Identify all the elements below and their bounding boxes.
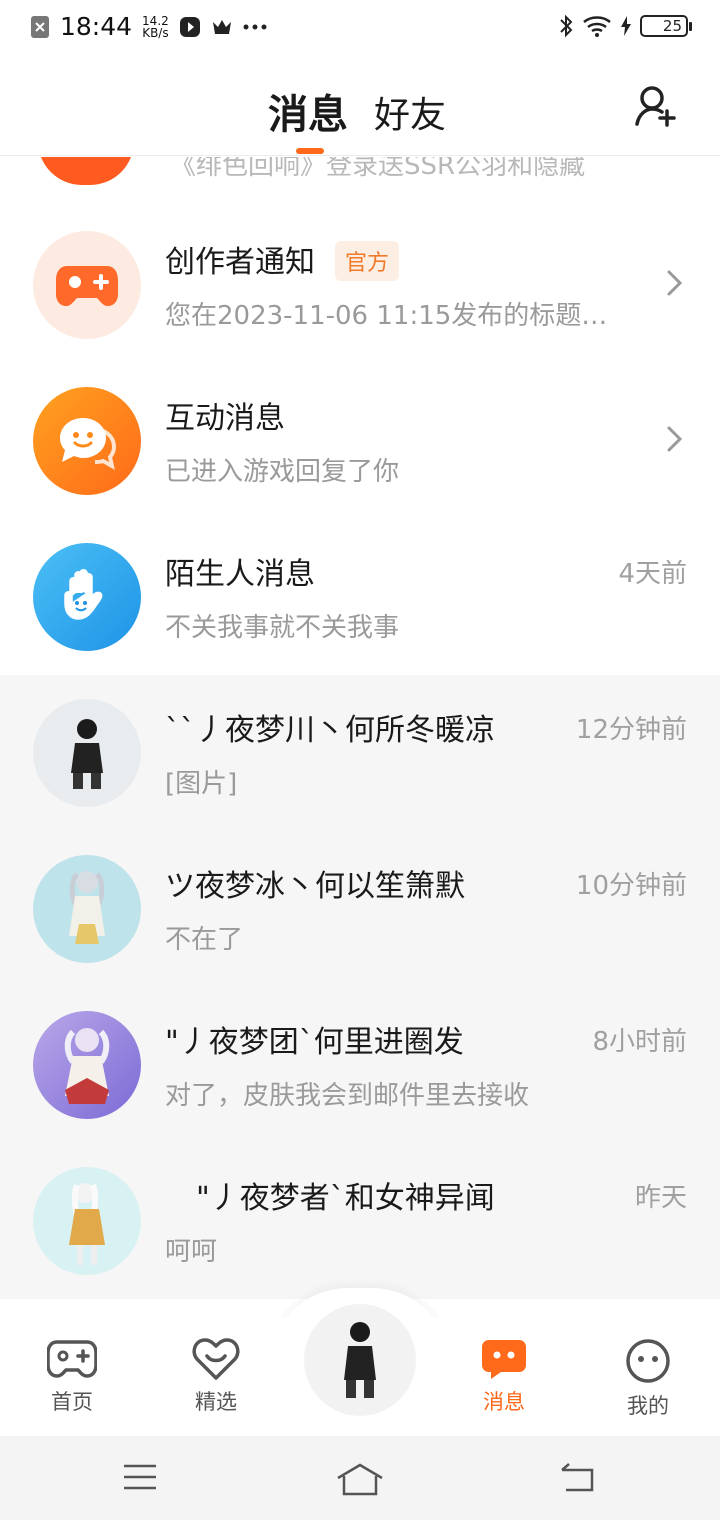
row-title: 创作者通知 官方	[165, 237, 400, 284]
home-icon[interactable]	[336, 1462, 384, 1496]
avatar	[38, 157, 134, 185]
face-icon	[626, 1339, 670, 1383]
avatar	[33, 1167, 141, 1275]
partial-preview: 《绯色回响》登录送SSR公羽和隐藏	[170, 157, 586, 181]
tab-friends[interactable]: 好友	[374, 86, 446, 138]
interaction-row[interactable]: 互动消息 已进入游戏回复了你	[0, 363, 720, 519]
play-icon	[179, 16, 201, 38]
status-bar: 18:44 14.2 KB/s 25	[0, 0, 720, 58]
row-subtitle: 已进入游戏回复了你	[165, 457, 400, 487]
active-tab-indicator	[296, 148, 324, 154]
chat-name: "丿夜梦团`何里进圈发	[165, 1025, 464, 1060]
nav-label: 首页	[51, 1390, 93, 1414]
speed-unit: KB/s	[142, 25, 169, 40]
chat-preview: 不在了	[165, 925, 244, 955]
bluetooth-icon	[558, 14, 574, 38]
avatar	[344, 1322, 376, 1398]
chat-preview: 对了，皮肤我会到邮件里去接收	[165, 1081, 530, 1111]
stranger-messages-row[interactable]: 陌生人消息 不关我事就不关我事 4天前	[0, 519, 720, 675]
system-nav-bar	[0, 1436, 720, 1520]
center-avatar[interactable]	[304, 1304, 416, 1416]
battery-icon: 25	[640, 15, 692, 37]
network-speed: 14.2 KB/s	[142, 15, 169, 39]
chat-time: 昨天	[634, 1183, 687, 1213]
row-subtitle: 不关我事就不关我事	[165, 613, 400, 643]
tab-messages[interactable]: 消息	[268, 82, 348, 140]
status-time: 18:44	[60, 12, 133, 41]
charging-icon	[620, 16, 632, 36]
chevron-right-icon	[667, 270, 683, 296]
heart-smile-icon	[192, 1338, 240, 1380]
wifi-icon	[582, 15, 612, 37]
chat-row[interactable]: "丿夜梦者`和女神异闻 呵呵 昨天	[0, 1143, 720, 1299]
chat-row[interactable]: "丿夜梦团`何里进圈发 对了，皮肤我会到邮件里去接收 8小时前	[0, 987, 720, 1143]
close-box-icon	[30, 15, 50, 39]
chat-time: 10分钟前	[575, 871, 687, 901]
message-icon	[482, 1340, 526, 1379]
gamepad-outline-icon	[47, 1340, 97, 1378]
chat-bubble-icon	[33, 387, 141, 495]
official-badge: 官方	[335, 240, 400, 281]
chat-name: ``丿夜梦川丶何所冬暖凉	[165, 713, 495, 748]
chat-time: 8小时前	[592, 1027, 687, 1057]
message-list[interactable]: 《绯色回响》登录送SSR公羽和隐藏 创作者通知 官方 您在2023-11-06 1…	[0, 157, 720, 1317]
nav-profile[interactable]: 我的	[598, 1338, 698, 1420]
waving-hand-icon	[33, 543, 141, 651]
crown-icon	[211, 18, 233, 36]
chat-row[interactable]: ``丿夜梦川丶何所冬暖凉 [图片] 12分钟前	[0, 675, 720, 831]
chat-preview: 呵呵	[165, 1237, 218, 1267]
back-icon[interactable]	[560, 1462, 598, 1494]
chat-name: ツ夜梦冰丶何以笙箫默	[165, 869, 465, 904]
nav-home[interactable]: 首页	[22, 1338, 122, 1416]
nav-featured[interactable]: 精选	[166, 1338, 266, 1416]
add-friend-icon[interactable]	[634, 84, 678, 128]
avatar	[33, 855, 141, 963]
page-header: 消息 好友	[0, 58, 720, 156]
row-time: 4天前	[618, 559, 687, 589]
chat-preview: [图片]	[165, 769, 238, 799]
nav-label: 消息	[483, 1390, 525, 1414]
chat-time: 12分钟前	[575, 715, 687, 745]
nav-label: 我的	[627, 1394, 669, 1418]
nav-messages[interactable]: 消息	[454, 1338, 554, 1416]
row-title: 陌生人消息	[165, 557, 315, 592]
avatar	[33, 1011, 141, 1119]
row-subtitle: 您在2023-11-06 11:15发布的标题…	[165, 301, 608, 331]
chevron-right-icon	[667, 426, 683, 452]
gamepad-icon	[33, 231, 141, 339]
menu-icon[interactable]	[122, 1462, 158, 1492]
chat-name: "丿夜梦者`和女神异闻	[196, 1181, 495, 1216]
list-item-partial[interactable]: 《绯色回响》登录送SSR公羽和隐藏	[0, 157, 720, 197]
more-dots-icon	[243, 23, 267, 31]
chat-row[interactable]: ツ夜梦冰丶何以笙箫默 不在了 10分钟前	[0, 831, 720, 987]
avatar	[33, 699, 141, 807]
creator-notice-row[interactable]: 创作者通知 官方 您在2023-11-06 11:15发布的标题…	[0, 207, 720, 363]
row-title-text: 创作者通知	[165, 245, 315, 280]
row-title: 互动消息	[165, 401, 285, 436]
nav-label: 精选	[195, 1390, 237, 1414]
